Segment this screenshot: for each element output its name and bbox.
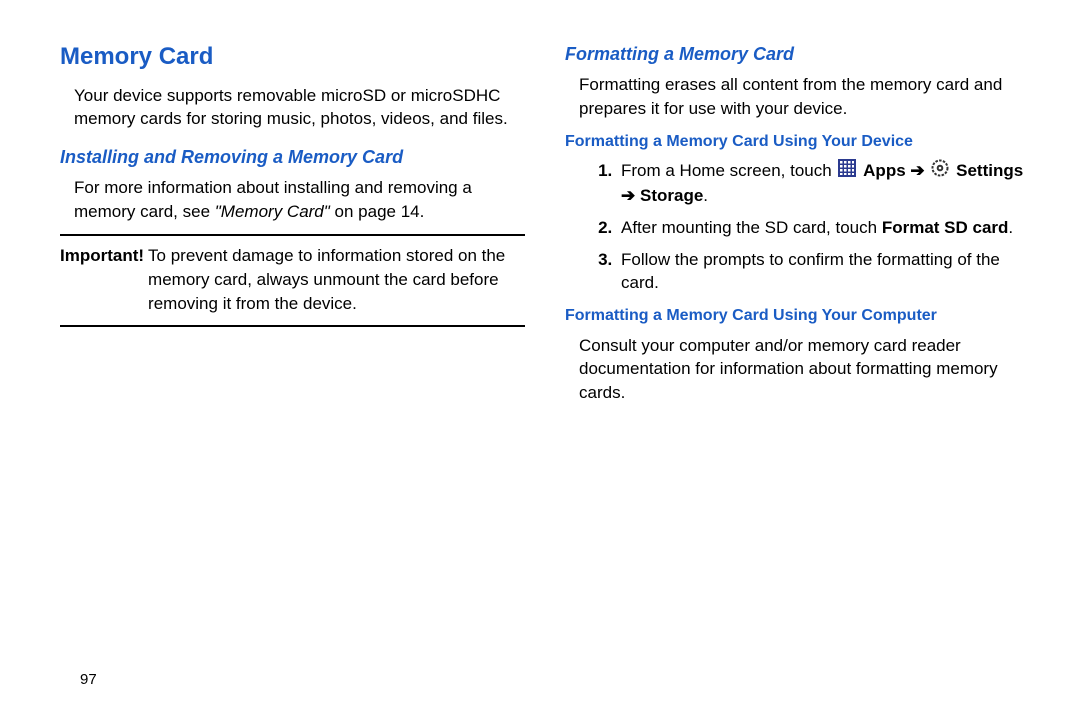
subsection-heading-format: Formatting a Memory Card xyxy=(565,42,1030,67)
step-2: After mounting the SD card, touch Format… xyxy=(617,216,1030,240)
install-paragraph: For more information about installing an… xyxy=(74,176,525,224)
step-3: Follow the prompts to confirm the format… xyxy=(617,248,1030,296)
right-column: Formatting a Memory Card Formatting eras… xyxy=(565,40,1030,413)
computer-paragraph: Consult your computer and/or memory card… xyxy=(579,334,1030,405)
step1-text: From a Home screen, touch xyxy=(621,161,836,180)
left-column: Memory Card Your device supports removab… xyxy=(60,40,525,413)
page-columns: Memory Card Your device supports removab… xyxy=(60,40,1030,413)
storage-label: Storage xyxy=(640,186,703,205)
install-text-b: on page 14. xyxy=(330,202,425,221)
steps-list: From a Home screen, touch Apps ➔ xyxy=(613,159,1030,295)
sub-heading-computer: Formatting a Memory Card Using Your Comp… xyxy=(565,305,1030,327)
arrow-icon-2: ➔ xyxy=(621,186,635,205)
arrow-icon: ➔ xyxy=(910,161,924,180)
section-heading: Memory Card xyxy=(60,40,525,74)
format-intro: Formatting erases all content from the m… xyxy=(579,73,1030,121)
intro-text: Your device supports removable microSD o… xyxy=(74,84,525,132)
page-number: 97 xyxy=(80,669,97,690)
important-note: Important! To prevent damage to informat… xyxy=(60,234,525,327)
settings-gear-icon xyxy=(931,159,949,184)
subsection-heading-install: Installing and Removing a Memory Card xyxy=(60,145,525,170)
settings-label: Settings xyxy=(956,161,1023,180)
apps-label: Apps xyxy=(863,161,910,180)
step2-text-a: After mounting the SD card, touch xyxy=(621,218,882,237)
apps-grid-icon xyxy=(838,159,856,184)
sub-heading-device: Formatting a Memory Card Using Your Devi… xyxy=(565,131,1030,153)
cross-reference: "Memory Card" xyxy=(215,202,330,221)
note-content: To prevent damage to information stored … xyxy=(148,244,525,315)
step-1: From a Home screen, touch Apps ➔ xyxy=(617,159,1030,208)
step2-bold: Format SD card xyxy=(882,218,1009,237)
note-label: Important! xyxy=(60,244,144,315)
